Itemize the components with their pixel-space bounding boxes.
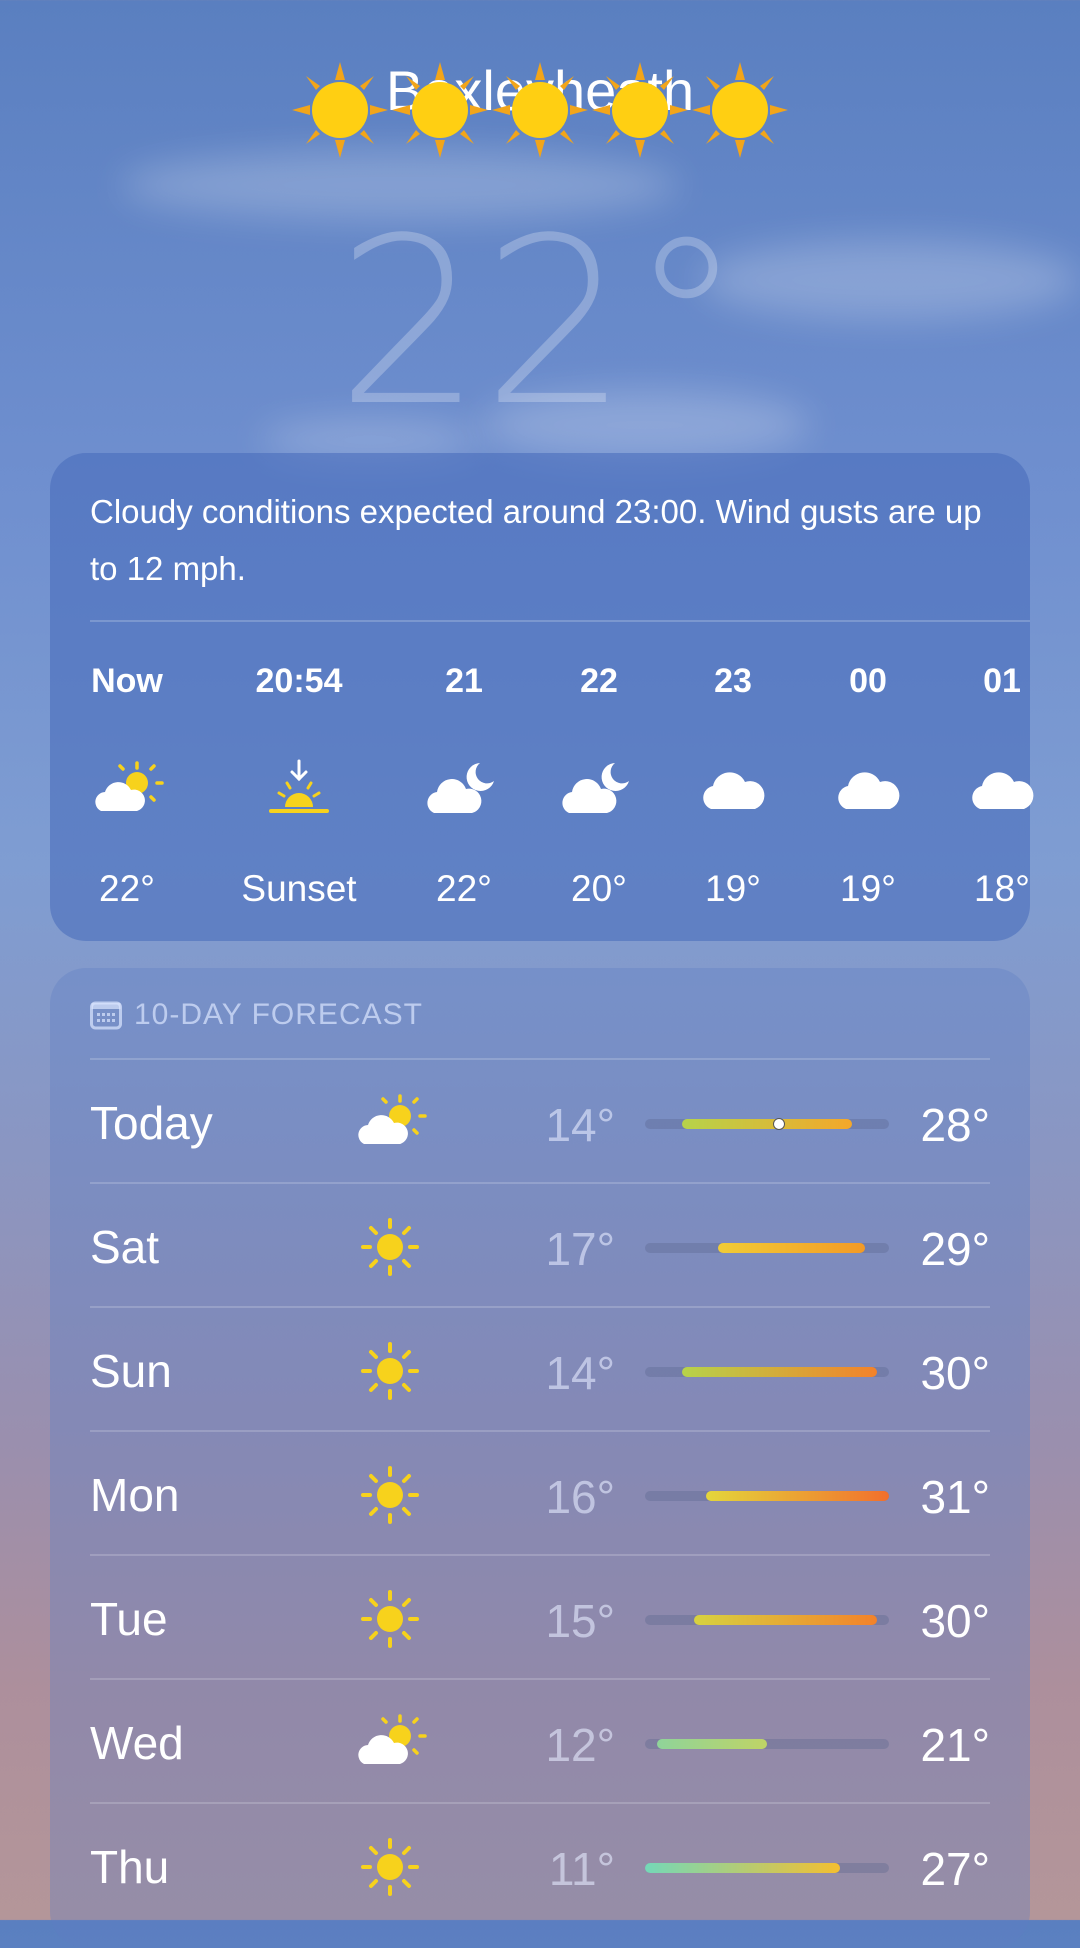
forecast-row[interactable]: Sat 17° 29° xyxy=(90,1182,990,1306)
high-temperature: 30° xyxy=(920,1347,990,1399)
high-temperature: 27° xyxy=(920,1843,990,1895)
sun-icon xyxy=(492,62,588,158)
partly-sunny-icon xyxy=(87,755,167,815)
hour-label: 21 xyxy=(445,662,483,700)
day-label: Today xyxy=(90,1097,213,1149)
temperature-range-bar xyxy=(645,1243,889,1253)
low-temperature: 14° xyxy=(545,1347,615,1399)
hour-label: 01 xyxy=(983,662,1021,700)
low-temperature: 16° xyxy=(545,1471,615,1523)
hour-label: 00 xyxy=(849,662,887,700)
temperature-range-fill xyxy=(718,1243,865,1253)
high-temperature: 21° xyxy=(920,1719,990,1771)
low-temperature: 11° xyxy=(548,1843,615,1895)
hour-temperature: 20° xyxy=(571,868,627,909)
temperature-range-bar xyxy=(645,1739,889,1749)
temperature-range-fill xyxy=(681,1367,877,1377)
cloud-moon-icon xyxy=(559,755,639,815)
hour-temperature: 19° xyxy=(840,868,896,909)
forecast-row[interactable]: Thu 11° 27° xyxy=(90,1802,990,1926)
temperature-range-fill xyxy=(657,1739,767,1749)
sun-icon xyxy=(350,1336,430,1406)
day-label: Thu xyxy=(90,1841,170,1893)
sunset-icon xyxy=(259,755,339,815)
day-label: Mon xyxy=(90,1469,180,1521)
low-temperature: 12° xyxy=(545,1719,615,1771)
calendar-icon xyxy=(90,1001,122,1030)
cloud-moon-icon xyxy=(424,755,504,815)
forecast-title: 10-DAY FORECAST xyxy=(134,998,423,1031)
forecast-header: 10-DAY FORECAST xyxy=(90,998,423,1032)
day-label: Sat xyxy=(90,1221,160,1273)
sun-icon xyxy=(692,62,788,158)
hour-label: 23 xyxy=(714,662,752,700)
hour-label: 22 xyxy=(580,662,618,700)
temperature-range-bar xyxy=(645,1367,889,1377)
temperature-range-fill xyxy=(645,1863,841,1873)
conditions-summary: Cloudy conditions expected around 23:00.… xyxy=(90,493,982,587)
cloud-icon xyxy=(962,755,1042,815)
divider xyxy=(90,620,1030,622)
temperature-range-fill xyxy=(681,1119,853,1129)
temperature-range-bar xyxy=(645,1615,889,1625)
hour-temperature: 22° xyxy=(99,868,155,909)
temperature-range-fill xyxy=(693,1615,877,1625)
cloud-icon xyxy=(828,755,908,815)
sun-icon xyxy=(350,1832,430,1902)
high-temperature: 30° xyxy=(920,1595,990,1647)
divider xyxy=(90,1802,990,1804)
hour-temperature: 22° xyxy=(436,868,492,909)
hour-temperature: 18° xyxy=(974,868,1030,909)
sun-emoji-row xyxy=(290,60,790,170)
low-temperature: 17° xyxy=(545,1223,615,1275)
divider xyxy=(90,1182,990,1184)
partly-sunny-icon xyxy=(350,1088,430,1158)
low-temperature: 14° xyxy=(545,1099,615,1151)
hour-label: 20:54 xyxy=(255,662,343,700)
cloud-icon xyxy=(693,755,773,815)
temperature-range-bar xyxy=(645,1863,889,1873)
forecast-row[interactable]: Sun 14° 30° xyxy=(90,1306,990,1430)
hour-temperature: 19° xyxy=(705,868,761,909)
temperature-range-bar xyxy=(645,1491,889,1501)
sun-icon xyxy=(350,1584,430,1654)
day-label: Tue xyxy=(90,1593,168,1645)
divider xyxy=(90,1678,990,1680)
hour-label: Now xyxy=(91,662,163,700)
temperature-range-bar xyxy=(645,1118,889,1130)
day-label: Wed xyxy=(90,1717,184,1769)
divider xyxy=(90,1554,990,1556)
sun-icon xyxy=(350,1460,430,1530)
sun-icon xyxy=(292,62,388,158)
ten-day-forecast-card[interactable]: 10-DAY FORECAST Today 14° 28° Sat 17° 29… xyxy=(50,968,1030,1948)
forecast-row[interactable]: Tue 15° 30° xyxy=(90,1554,990,1678)
temperature-range-fill xyxy=(706,1491,889,1501)
day-label: Sun xyxy=(90,1345,172,1397)
forecast-row[interactable]: Today 14° 28° xyxy=(90,1058,990,1182)
current-temperature: 22° xyxy=(336,190,744,457)
low-temperature: 15° xyxy=(545,1595,615,1647)
divider xyxy=(90,1058,990,1060)
divider xyxy=(90,1430,990,1432)
high-temperature: 28° xyxy=(920,1099,990,1151)
hour-temperature: Sunset xyxy=(241,868,357,909)
forecast-row[interactable]: Wed 12° 21° xyxy=(90,1678,990,1802)
sun-icon xyxy=(350,1212,430,1282)
divider xyxy=(90,1306,990,1308)
high-temperature: 29° xyxy=(920,1223,990,1275)
partly-sunny-icon xyxy=(350,1708,430,1778)
forecast-row[interactable]: Mon 16° 31° xyxy=(90,1430,990,1554)
high-temperature: 31° xyxy=(920,1471,990,1523)
sun-icon xyxy=(392,62,488,158)
sun-icon xyxy=(592,62,688,158)
